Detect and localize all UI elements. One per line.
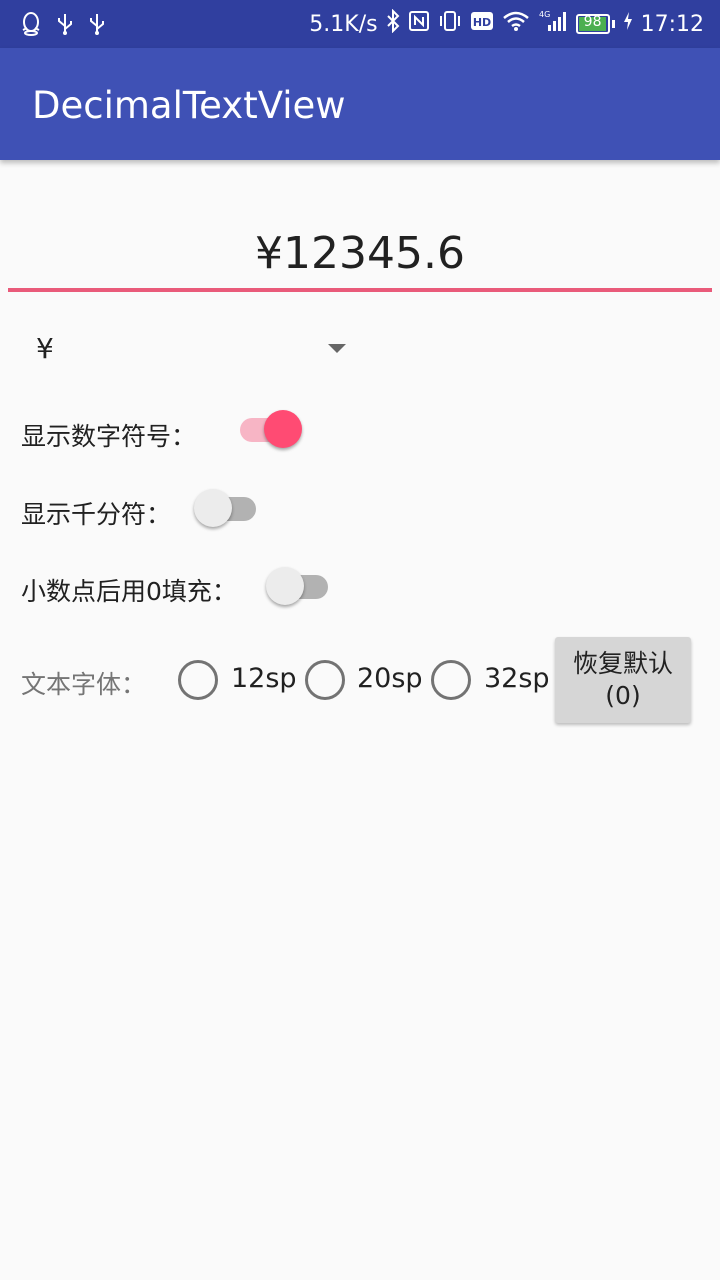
signal-4g-icon: 4G: [538, 9, 568, 39]
bluetooth-icon: [386, 8, 400, 39]
status-right: 5.1K/s HD 4G 98 17:12: [309, 0, 704, 48]
radio-32sp[interactable]: [431, 660, 471, 700]
status-left-icons: [20, 12, 106, 40]
reset-button[interactable]: 恢复默认(0): [555, 637, 691, 723]
nfc-icon: [408, 10, 430, 38]
charging-icon: [623, 11, 633, 37]
wifi-icon: [502, 10, 530, 38]
show-symbol-switch[interactable]: [236, 409, 302, 449]
hd-icon: HD: [470, 11, 494, 37]
decimal-underline: [8, 288, 712, 292]
usb-icon: [56, 12, 74, 40]
status-bar: 5.1K/s HD 4G 98 17:12: [0, 0, 720, 48]
switch-thumb: [264, 410, 302, 448]
zero-fill-label: 小数点后用0填充：: [21, 577, 237, 606]
decimal-text-view: ¥12345.6: [255, 228, 465, 279]
show-symbol-label: 显示数字符号：: [21, 422, 197, 451]
switch-thumb: [194, 489, 232, 527]
symbol-spinner[interactable]: ¥: [32, 332, 352, 368]
zero-fill-switch[interactable]: [266, 566, 332, 606]
net-speed: 5.1K/s: [309, 11, 378, 37]
vibrate-icon: [438, 10, 462, 38]
radio-12sp[interactable]: [178, 660, 218, 700]
svg-text:HD: HD: [472, 16, 490, 29]
show-thousands-label: 显示千分符：: [21, 500, 172, 529]
battery-percent: 98: [583, 14, 602, 30]
radio-20sp[interactable]: [305, 660, 345, 700]
switch-thumb: [266, 567, 304, 605]
svg-text:4G: 4G: [539, 10, 550, 19]
show-thousands-switch[interactable]: [194, 488, 260, 528]
font-size-label: 文本字体：: [21, 670, 147, 699]
usb-icon: [88, 12, 106, 40]
radio-20sp-label[interactable]: 20sp: [357, 663, 423, 694]
battery-icon: 98: [575, 14, 610, 34]
radio-12sp-label[interactable]: 12sp: [231, 663, 297, 694]
battery-nub: [611, 20, 615, 28]
app-bar: DecimalTextView: [0, 48, 720, 160]
dropdown-arrow-icon: [328, 344, 346, 353]
spinner-selected: ¥: [36, 332, 54, 365]
radio-32sp-label[interactable]: 32sp: [484, 663, 550, 694]
app-title: DecimalTextView: [32, 84, 346, 127]
qq-icon: [20, 12, 42, 40]
clock: 17:12: [640, 11, 704, 37]
